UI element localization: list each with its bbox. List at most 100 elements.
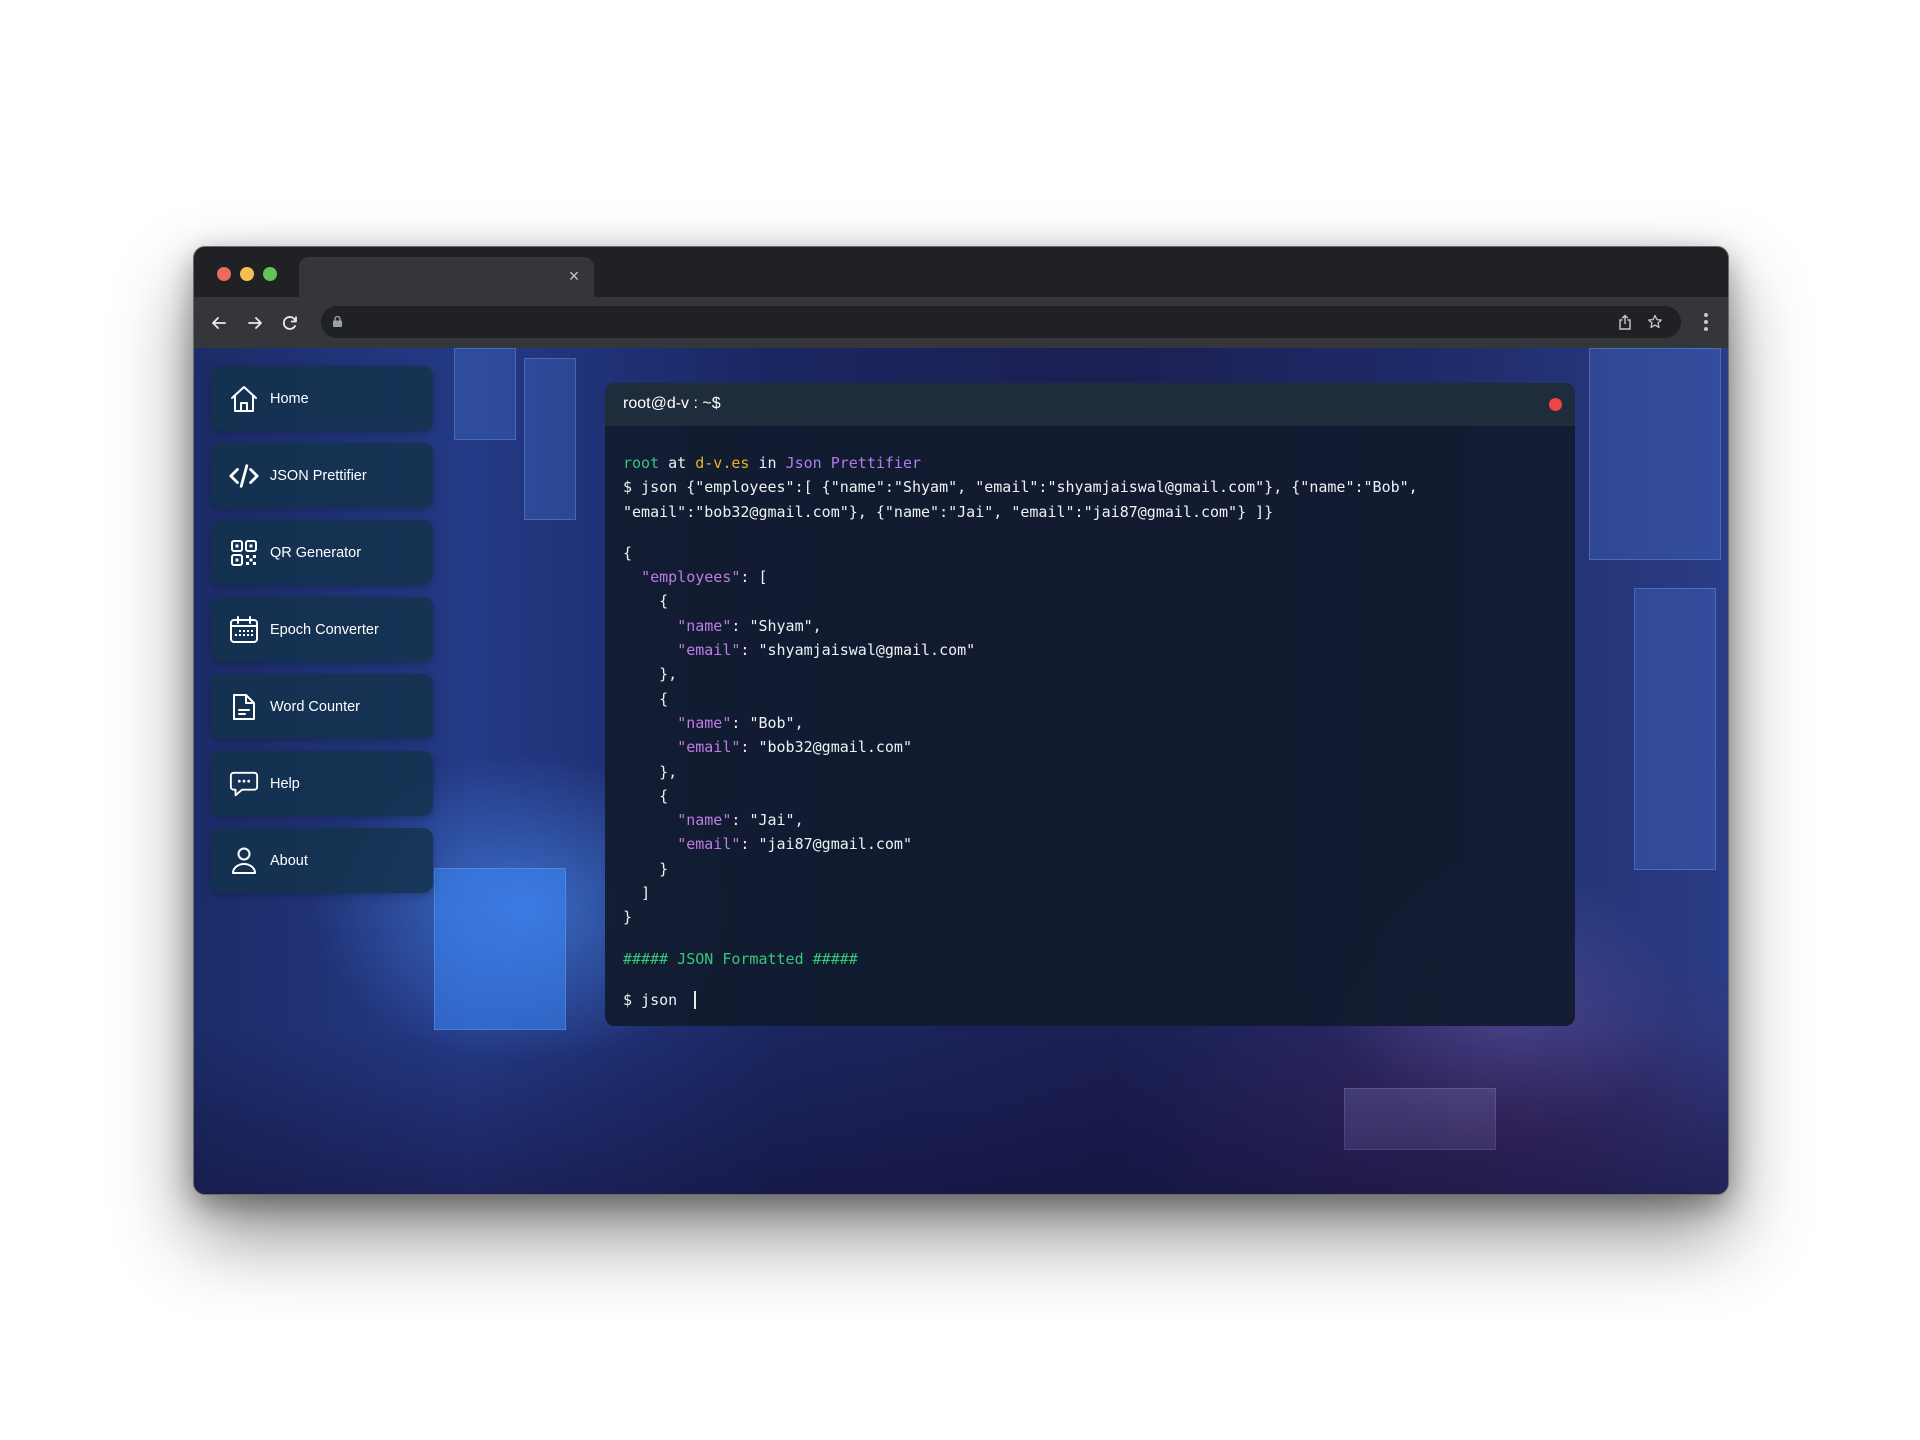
sidebar-item-label: Epoch Converter xyxy=(270,621,379,638)
json-line: ] xyxy=(623,881,1557,905)
json-value: "bob32@gmail.com" xyxy=(758,738,912,757)
json-line: "name": "Jai", xyxy=(677,811,804,830)
json-line: "email": "jai87@gmail.com" xyxy=(677,835,912,854)
kebab-dot xyxy=(1704,320,1708,324)
background-scenery xyxy=(1634,588,1716,870)
kebab-menu-icon xyxy=(1704,313,1708,317)
kebab-dot xyxy=(1704,327,1708,331)
arrow-left-icon xyxy=(212,317,226,329)
sidebar-item-label: Home xyxy=(270,390,309,407)
json-value: "Jai" xyxy=(749,811,795,830)
home-icon xyxy=(229,384,259,414)
command-line: $ json {"employees":[ {"name":"Shyam", "… xyxy=(623,478,1418,497)
browser-window: × Home JSON Prettifier QR Generator Epoc… xyxy=(193,246,1729,1195)
calendar-icon xyxy=(229,615,259,645)
terminal-header: root@d-v : ~$ xyxy=(605,383,1575,426)
sidebar-item-label: Help xyxy=(270,775,300,792)
user-icon xyxy=(229,846,259,876)
prompt-host: d-v.es xyxy=(695,454,750,472)
background-shade xyxy=(194,1028,1728,1194)
json-punct: : [ xyxy=(740,568,768,587)
sidebar-item-help[interactable]: Help xyxy=(211,751,433,816)
sidebar-item-about[interactable]: About xyxy=(211,828,433,893)
share-button[interactable] xyxy=(1615,312,1635,332)
reload-button[interactable] xyxy=(277,310,303,336)
terminal-input-line[interactable]: $ json xyxy=(623,988,1557,1012)
sidebar-item-json-prettifier[interactable]: JSON Prettifier xyxy=(211,443,433,508)
json-line: { xyxy=(623,786,669,805)
minimize-window-button[interactable] xyxy=(240,267,254,281)
terminal-output: root at d-v.es in Json Prettifier $ json… xyxy=(623,451,1557,1012)
json-punct: ] xyxy=(641,884,651,903)
tab-close-icon[interactable]: × xyxy=(564,266,584,286)
share-icon xyxy=(1619,314,1631,330)
json-key: "email" xyxy=(677,738,741,757)
prompt-app: Json Prettifier xyxy=(785,454,922,472)
bookmark-button[interactable] xyxy=(1645,312,1665,332)
background-scenery xyxy=(454,348,516,440)
sidebar-item-label: About xyxy=(270,852,308,869)
json-key: "name" xyxy=(677,616,732,635)
browser-toolbar xyxy=(194,297,1728,348)
background-scenery xyxy=(524,358,576,520)
prompt-user: root xyxy=(623,454,660,472)
sidebar-item-epoch-converter[interactable]: Epoch Converter xyxy=(211,597,433,662)
json-line: }, xyxy=(623,762,678,781)
terminal-input[interactable]: $ json xyxy=(623,991,686,1009)
sidebar-item-word-counter[interactable]: Word Counter xyxy=(211,674,433,739)
lock-icon xyxy=(333,316,342,327)
browser-menu-button[interactable] xyxy=(1696,310,1716,336)
prompt-in: in xyxy=(749,454,786,472)
json-line: { xyxy=(623,592,669,611)
json-value: "jai87@gmail.com" xyxy=(758,835,912,854)
json-key: "name" xyxy=(677,811,732,830)
text-cursor xyxy=(694,991,696,1010)
reload-icon xyxy=(282,316,297,330)
background-monitor xyxy=(434,868,566,1030)
tab-bar: × xyxy=(194,247,1728,298)
json-line: { xyxy=(623,689,669,708)
forward-button[interactable] xyxy=(242,310,268,336)
terminal-window: root@d-v : ~$ root at d-v.es in Json Pre… xyxy=(605,383,1575,1026)
prompt-info-line: root at d-v.es in Json Prettifier xyxy=(623,451,1557,475)
sidebar-item-qr-generator[interactable]: QR Generator xyxy=(211,520,433,585)
star-icon xyxy=(1648,314,1662,329)
json-key: "email" xyxy=(677,835,741,854)
json-line: { xyxy=(623,543,633,562)
json-line: "email": "bob32@gmail.com" xyxy=(677,738,912,757)
sidebar-item-label: Word Counter xyxy=(270,698,360,715)
json-key: "employees" xyxy=(641,568,741,587)
json-value: "Shyam" xyxy=(749,616,813,635)
background-scenery xyxy=(1589,348,1721,560)
json-line: "name": "Shyam", xyxy=(677,616,822,635)
json-line: }, xyxy=(623,665,678,684)
maximize-window-button[interactable] xyxy=(263,267,277,281)
page-viewport: Home JSON Prettifier QR Generator Epoch … xyxy=(194,348,1728,1194)
document-icon xyxy=(229,692,259,722)
address-bar[interactable] xyxy=(321,306,1681,338)
json-line: "name": "Bob", xyxy=(677,713,804,732)
json-value: "shyamjaiswal@gmail.com" xyxy=(758,641,976,660)
back-button[interactable] xyxy=(206,310,232,336)
json-line: "email": "shyamjaiswal@gmail.com" xyxy=(677,641,976,660)
json-line: } xyxy=(623,908,633,927)
sidebar-item-label: JSON Prettifier xyxy=(270,467,367,484)
json-key: "email" xyxy=(677,641,741,660)
sidebar-item-home[interactable]: Home xyxy=(211,366,433,431)
browser-tab[interactable]: × xyxy=(299,257,594,298)
code-icon xyxy=(229,461,259,491)
sidebar-item-label: QR Generator xyxy=(270,544,362,561)
status-message: ##### JSON Formatted ##### xyxy=(623,949,858,968)
qr-code-icon xyxy=(229,538,259,568)
json-key: "name" xyxy=(677,713,732,732)
chat-bubble-icon xyxy=(229,769,259,799)
close-window-button[interactable] xyxy=(217,267,231,281)
json-value: "Bob" xyxy=(749,713,795,732)
terminal-title: root@d-v : ~$ xyxy=(623,395,721,412)
prompt-at: at xyxy=(659,454,696,472)
json-line: "employees": [ xyxy=(623,565,1557,589)
json-line: } xyxy=(623,859,669,878)
arrow-right-icon xyxy=(248,317,262,329)
terminal-close-button[interactable] xyxy=(1549,398,1562,411)
command-line: "email":"bob32@gmail.com"}, {"name":"Jai… xyxy=(623,502,1274,521)
